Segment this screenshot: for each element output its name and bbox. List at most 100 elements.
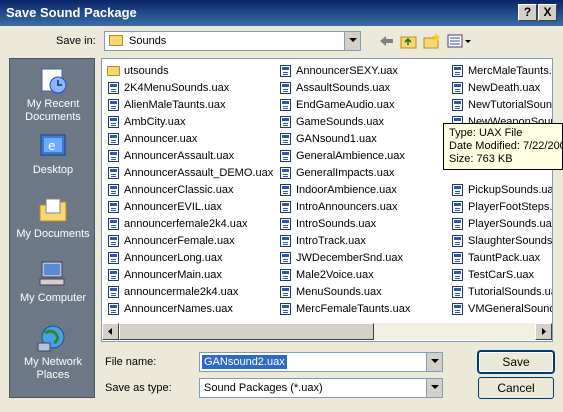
- file-name: TestCarS.uax: [468, 269, 535, 281]
- file-name: GeneralAmbience.uax: [296, 150, 405, 162]
- file-item[interactable]: GameSounds.uax: [276, 114, 448, 131]
- title-bar[interactable]: Save Sound Package ? X: [0, 0, 563, 26]
- sound-file-icon: [108, 167, 119, 179]
- file-item[interactable]: announcermale2k4.uax: [104, 284, 276, 301]
- file-name: TauntPack.uax: [468, 252, 541, 264]
- file-item[interactable]: IndoorAmbience.uax: [276, 182, 448, 199]
- my-computer-icon: [39, 261, 65, 286]
- file-item[interactable]: SlaughterSounds.uax: [448, 233, 552, 250]
- file-item[interactable]: MenuSounds.uax: [276, 284, 448, 301]
- file-item[interactable]: AnnouncerLong.uax: [104, 250, 276, 267]
- file-item[interactable]: AssaultSounds.uax: [276, 80, 448, 97]
- cancel-button[interactable]: Cancel: [478, 377, 554, 399]
- file-item[interactable]: NewTutorialSounds.uax: [448, 97, 552, 114]
- file-item[interactable]: Male2Voice.uax: [276, 267, 448, 284]
- file-item[interactable]: PlayerSounds.uax: [448, 216, 552, 233]
- file-item[interactable]: 2K4MenuSounds.uax: [104, 80, 276, 97]
- chevron-down-icon[interactable]: [426, 353, 442, 371]
- file-item[interactable]: AnnouncerClassic.uax: [104, 182, 276, 199]
- file-item[interactable]: announcerfemale2k4.uax: [104, 216, 276, 233]
- sound-file-icon: [280, 133, 291, 145]
- file-name: AnnouncerClassic.uax: [124, 184, 234, 196]
- file-item[interactable]: AmbCity.uax: [104, 114, 276, 131]
- file-item[interactable]: PlayerFootSteps.uax: [448, 199, 552, 216]
- file-item[interactable]: MercFemaleTaunts.uax: [276, 301, 448, 318]
- file-name: AnnouncerFemale.uax: [124, 235, 235, 247]
- file-item[interactable]: GANsound1.uax: [276, 131, 448, 148]
- place-desktop[interactable]: e Desktop: [10, 131, 96, 177]
- back-icon[interactable]: [377, 32, 397, 50]
- file-item[interactable]: MercMaleTaunts.uax: [448, 63, 552, 80]
- file-item[interactable]: TauntPack.uax: [448, 250, 552, 267]
- file-item[interactable]: VMGeneralSounds.uax: [448, 301, 552, 318]
- up-folder-icon[interactable]: [399, 32, 419, 50]
- file-name-field[interactable]: GANsound2.uax: [199, 352, 443, 372]
- file-item[interactable]: EndGameAudio.uax: [276, 97, 448, 114]
- place-my-recent-documents[interactable]: My Recent Documents: [10, 65, 96, 124]
- file-item[interactable]: GeneralAmbience.uax: [276, 148, 448, 165]
- file-name: MenuSounds.uax: [296, 286, 382, 298]
- file-name: AlienMaleTaunts.uax: [124, 99, 226, 111]
- file-list[interactable]: utsounds 2K4MenuSounds.uax AlienMaleTaunts…: [101, 58, 553, 342]
- scroll-thumb[interactable]: [119, 323, 374, 340]
- save-as-type-select[interactable]: Sound Packages (*.uax): [199, 378, 443, 398]
- new-folder-icon[interactable]: [422, 32, 442, 50]
- sound-file-icon: [108, 235, 119, 247]
- file-item[interactable]: JWDecemberSnd.uax: [276, 250, 448, 267]
- view-menu-icon[interactable]: [446, 32, 472, 50]
- place-my-computer[interactable]: My Computer: [10, 259, 96, 305]
- file-name: Male2Voice.uax: [296, 269, 374, 281]
- file-name: GameSounds.uax: [296, 116, 385, 128]
- file-item[interactable]: PickupSounds.uax: [448, 182, 552, 199]
- sound-file-icon: [108, 99, 119, 111]
- file-item[interactable]: TutorialSounds.uax: [448, 284, 552, 301]
- sound-file-icon: [108, 116, 119, 128]
- place-my-network-places[interactable]: My Network Places: [10, 323, 96, 382]
- sound-file-icon: [452, 218, 463, 230]
- file-item[interactable]: AnnouncerAssault_DEMO.uax: [104, 165, 276, 182]
- save-button[interactable]: Save: [478, 351, 554, 373]
- file-item[interactable]: AlienMaleTaunts.uax: [104, 97, 276, 114]
- sound-file-icon: [108, 218, 119, 230]
- file-item[interactable]: Announcer.uax: [104, 131, 276, 148]
- file-name: MercFemaleTaunts.uax: [296, 303, 411, 315]
- file-item[interactable]: AnnouncerMain.uax: [104, 267, 276, 284]
- file-item[interactable]: NewDeath.uax: [448, 80, 552, 97]
- chevron-down-icon[interactable]: [344, 32, 360, 50]
- file-item[interactable]: AnnouncerAssault.uax: [104, 148, 276, 165]
- sound-file-icon: [108, 184, 119, 196]
- save-as-type-value: Sound Packages (*.uax): [204, 382, 323, 394]
- save-in-value: Sounds: [129, 35, 167, 47]
- sound-file-icon: [280, 269, 291, 281]
- chevron-down-icon[interactable]: [426, 379, 442, 397]
- file-item[interactable]: AnnouncerEVIL.uax: [104, 199, 276, 216]
- scroll-left-button[interactable]: [102, 323, 119, 340]
- sound-file-icon: [108, 252, 119, 264]
- file-name: announcerfemale2k4.uax: [124, 218, 248, 230]
- file-name: AmbCity.uax: [124, 116, 186, 128]
- file-name: AnnouncerEVIL.uax: [124, 201, 222, 213]
- sound-file-icon: [280, 65, 291, 77]
- sound-file-icon: [280, 252, 291, 264]
- close-button[interactable]: X: [538, 4, 557, 21]
- file-item[interactable]: IntroTrack.uax: [276, 233, 448, 250]
- file-name: AnnouncerLong.uax: [124, 252, 223, 264]
- folder-item[interactable]: utsounds: [104, 63, 276, 80]
- place-my-documents[interactable]: My Documents: [10, 195, 96, 241]
- scroll-right-button[interactable]: [535, 323, 552, 340]
- folder-icon: [109, 35, 123, 46]
- file-item[interactable]: AnnouncerFemale.uax: [104, 233, 276, 250]
- sound-file-icon: [108, 82, 119, 94]
- file-item[interactable]: IntroSounds.uax: [276, 216, 448, 233]
- file-item[interactable]: GeneralImpacts.uax: [276, 165, 448, 182]
- window-title: Save Sound Package: [6, 5, 137, 20]
- sound-file-icon: [108, 286, 119, 298]
- file-item[interactable]: IntroAnnouncers.uax: [276, 199, 448, 216]
- save-in-combo[interactable]: Sounds: [104, 31, 361, 51]
- file-item[interactable]: AnnouncerSEXY.uax: [276, 63, 448, 80]
- file-item[interactable]: AnnouncerNames.uax: [104, 301, 276, 318]
- horizontal-scrollbar[interactable]: [102, 323, 552, 340]
- help-button[interactable]: ?: [518, 4, 537, 21]
- sound-file-icon: [280, 99, 291, 111]
- file-item[interactable]: TestCarS.uax: [448, 267, 552, 284]
